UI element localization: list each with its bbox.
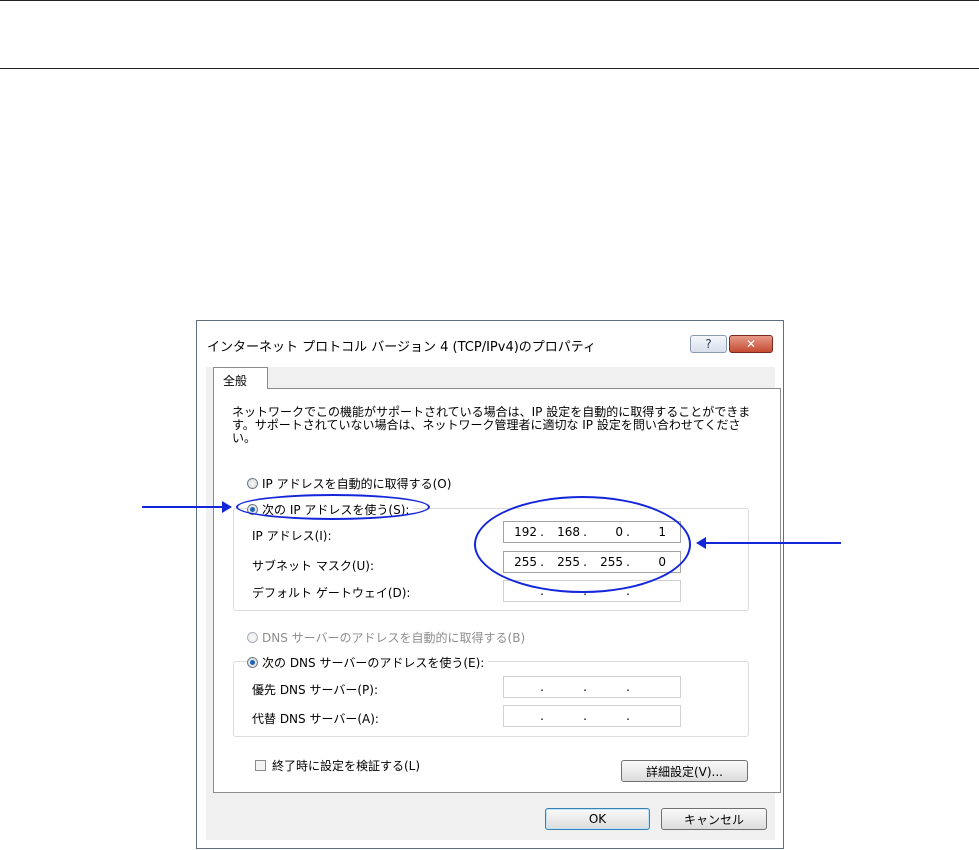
subnet-mask-label: サブネット マスク(U):: [252, 559, 375, 573]
dns-auto-option[interactable]: DNS サーバーのアドレスを自動的に取得する(B): [247, 629, 525, 646]
title-bar[interactable]: インターネット プロトコル バージョン 4 (TCP/IPv4)のプロパティ ?…: [197, 321, 783, 365]
default-gateway-label: デフォルト ゲートウェイ(D):: [252, 586, 411, 600]
ip-address-label: IP アドレス(I):: [252, 529, 332, 543]
window-title: インターネット プロトコル バージョン 4 (TCP/IPv4)のプロパティ: [207, 340, 597, 355]
header-rule: [0, 68, 979, 69]
ip-dot: .: [626, 680, 630, 694]
dns-manual-radio[interactable]: [247, 657, 258, 668]
alternate-dns-field[interactable]: . . .: [503, 705, 681, 727]
ok-button[interactable]: OK: [545, 808, 650, 830]
ip-auto-option[interactable]: IP アドレスを自動的に取得する(O): [247, 475, 451, 492]
ip-dot: .: [540, 709, 544, 723]
ok-button-label: OK: [588, 812, 607, 826]
alternate-dns-label: 代替 DNS サーバー(A):: [252, 712, 379, 726]
ip-dot: .: [540, 680, 544, 694]
ip-dot: .: [583, 680, 587, 694]
close-icon: ✕: [745, 337, 757, 351]
dns-auto-label: DNS サーバーのアドレスを自動的に取得する(B): [262, 631, 526, 645]
advanced-button[interactable]: 詳細設定(V)...: [621, 760, 748, 782]
ip-dot: .: [583, 709, 587, 723]
ip-dot: .: [626, 709, 630, 723]
preferred-dns-label: 優先 DNS サーバー(P):: [252, 683, 378, 697]
tab-general-label: 全般: [223, 374, 248, 388]
validate-option[interactable]: 終了時に設定を検証する(L): [255, 757, 420, 774]
preferred-dns-field[interactable]: . . .: [503, 676, 681, 698]
ip-auto-radio[interactable]: [247, 478, 258, 489]
validate-label: 終了時に設定を検証する(L): [272, 759, 421, 773]
ip-auto-label: IP アドレスを自動的に取得する(O): [262, 477, 452, 491]
top-rule: [0, 0, 979, 1]
annotation-arrow-left-icon: [696, 537, 706, 549]
annotation-arrow-right-icon: [222, 501, 232, 513]
annotation-ellipse-ip-fields: [474, 496, 691, 593]
description-text: ネットワークでこの機能がサポートされている場合は、IP 設定を自動的に取得するこ…: [232, 405, 751, 445]
validate-checkbox[interactable]: [255, 760, 266, 771]
dns-auto-radio[interactable]: [247, 632, 258, 643]
annotation-ellipse-manual-ip: [236, 494, 430, 520]
annotation-arrow-left-line: [142, 506, 224, 508]
dns-manual-option[interactable]: 次の DNS サーバーのアドレスを使う(E):: [247, 654, 489, 671]
help-icon: ?: [705, 337, 712, 351]
help-button[interactable]: ?: [690, 335, 727, 353]
dns-manual-label: 次の DNS サーバーのアドレスを使う(E):: [262, 656, 485, 670]
cancel-button[interactable]: キャンセル: [661, 808, 767, 830]
cancel-button-label: キャンセル: [683, 812, 744, 827]
close-button[interactable]: ✕: [729, 335, 773, 353]
tab-general[interactable]: 全般: [213, 367, 268, 389]
advanced-button-label: 詳細設定(V)...: [645, 764, 724, 779]
annotation-arrow-right-line: [705, 542, 841, 544]
